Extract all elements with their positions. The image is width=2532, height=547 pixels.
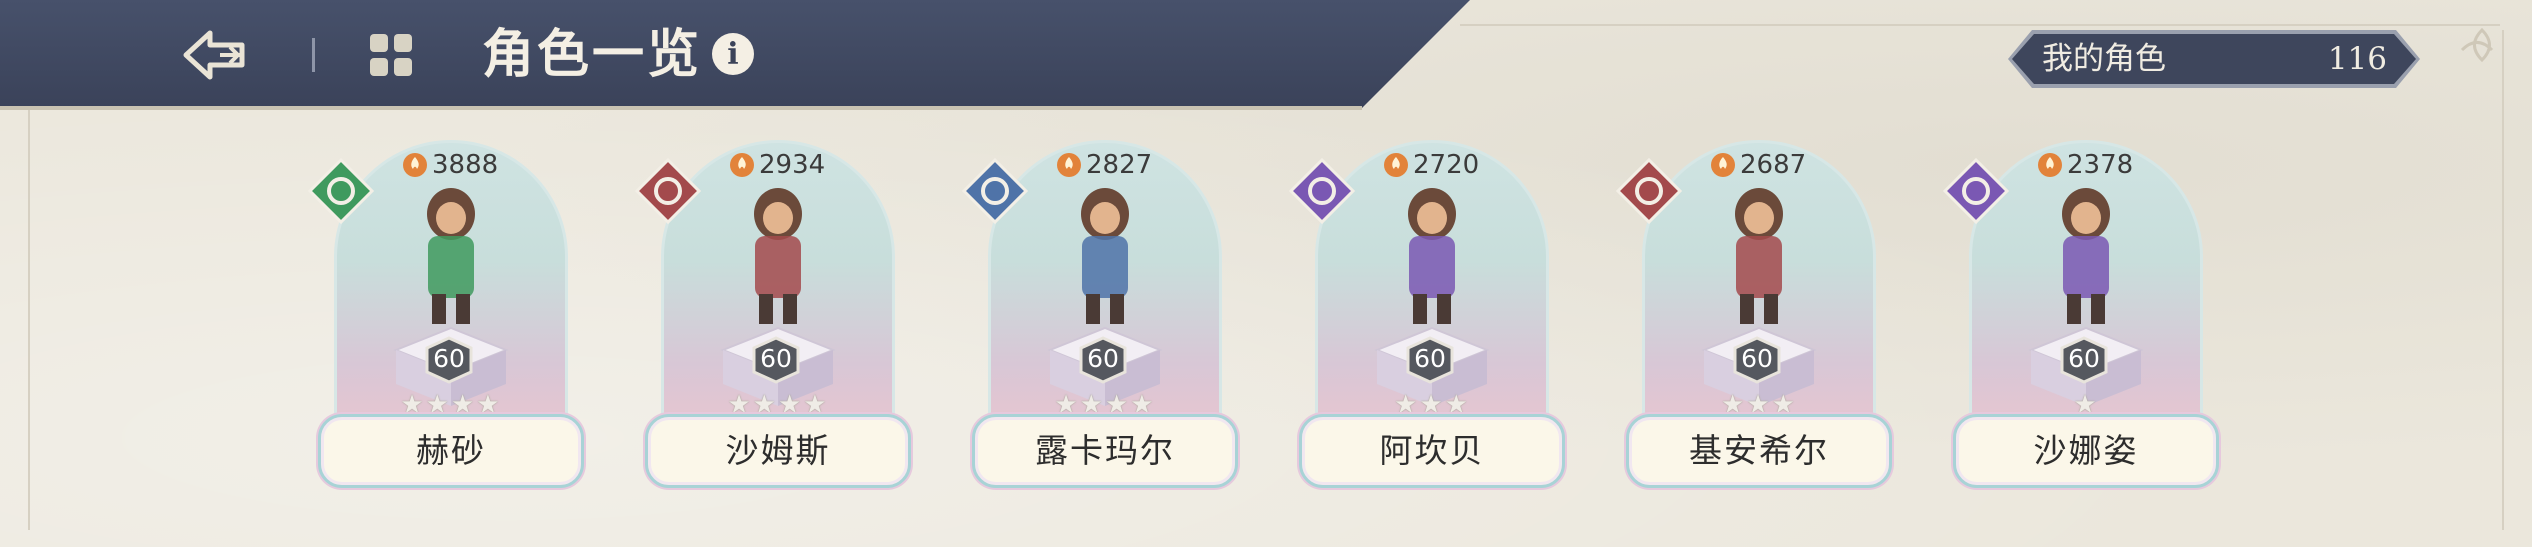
level-text: 60: [2068, 344, 2100, 373]
character-name: 赫砂: [416, 431, 486, 470]
owned-count-value: 116: [2327, 41, 2387, 77]
character-sprite: [1081, 188, 1129, 324]
character-sprite: [754, 188, 802, 324]
level-text: 60: [1741, 344, 1773, 373]
level-text: 60: [1087, 344, 1119, 373]
fire-icon: [730, 153, 754, 177]
sword-element-icon: [635, 158, 701, 224]
frame-line-left: [28, 110, 30, 530]
character-card[interactable]: 2378 60 ★ 沙娜姿: [1943, 140, 2221, 490]
fire-icon: [403, 153, 427, 177]
power-value: 2827: [1056, 148, 1152, 182]
sword-element-icon: [1616, 158, 1682, 224]
frame-line-right: [2502, 30, 2504, 530]
info-icon: i: [727, 36, 739, 72]
fire-icon: [1384, 153, 1408, 177]
fire-icon: [1057, 153, 1081, 177]
power-text: 2827: [1086, 150, 1153, 180]
owned-count-label: 我的角色: [2042, 41, 2166, 77]
character-card[interactable]: 2934 60 ★★★★ 沙姆斯: [635, 140, 913, 490]
power-text: 2378: [2067, 150, 2134, 180]
frame-line-top: [1460, 24, 2500, 26]
character-name: 沙姆斯: [725, 431, 831, 470]
level-text: 60: [433, 344, 465, 373]
level-text: 60: [1414, 344, 1446, 373]
character-name: 露卡玛尔: [1035, 431, 1175, 470]
power-text: 2934: [759, 150, 826, 180]
character-card[interactable]: 3888 60 ★★★★ 赫砂: [308, 140, 586, 490]
back-arrow-icon: [183, 30, 245, 80]
character-sprite: [2062, 188, 2110, 324]
character-card[interactable]: 2720 60 ★★★ 阿坎贝: [1289, 140, 1567, 490]
swirl-element-icon: [1943, 158, 2009, 224]
character-sprite: [1408, 188, 1456, 324]
shield-element-icon: [308, 158, 374, 224]
swirl-element-icon: [1289, 158, 1355, 224]
character-card[interactable]: 2687 60 ★★★ 基安希尔: [1616, 140, 1894, 490]
power-value: 3888: [402, 148, 498, 182]
power-text: 3888: [432, 150, 499, 180]
character-name: 基安希尔: [1689, 431, 1829, 470]
power-value: 2687: [1710, 148, 1806, 182]
power-value: 2378: [2037, 148, 2133, 182]
fire-icon: [2038, 153, 2062, 177]
character-sprite: [427, 188, 475, 324]
back-button[interactable]: [180, 22, 250, 88]
character-name: 阿坎贝: [1379, 431, 1485, 470]
fire-icon: [1711, 153, 1735, 177]
power-text: 2687: [1740, 150, 1807, 180]
character-name: 沙娜姿: [2033, 431, 2139, 470]
corner-ornament-icon: [2460, 27, 2494, 63]
grid-view-icon: [370, 34, 412, 76]
header-separator: [312, 38, 315, 72]
info-button[interactable]: i: [712, 33, 754, 75]
power-value: 2934: [729, 148, 825, 182]
power-text: 2720: [1413, 150, 1480, 180]
grid-view-button[interactable]: [366, 30, 416, 80]
level-text: 60: [760, 344, 792, 373]
header-edge: [0, 106, 1362, 110]
cross-element-icon: [962, 158, 1028, 224]
character-sprite: [1735, 188, 1783, 324]
character-card[interactable]: 2827 60 ★★★★ 露卡玛尔: [962, 140, 1240, 490]
page-title: 角色一览: [482, 24, 703, 85]
power-value: 2720: [1383, 148, 1479, 182]
